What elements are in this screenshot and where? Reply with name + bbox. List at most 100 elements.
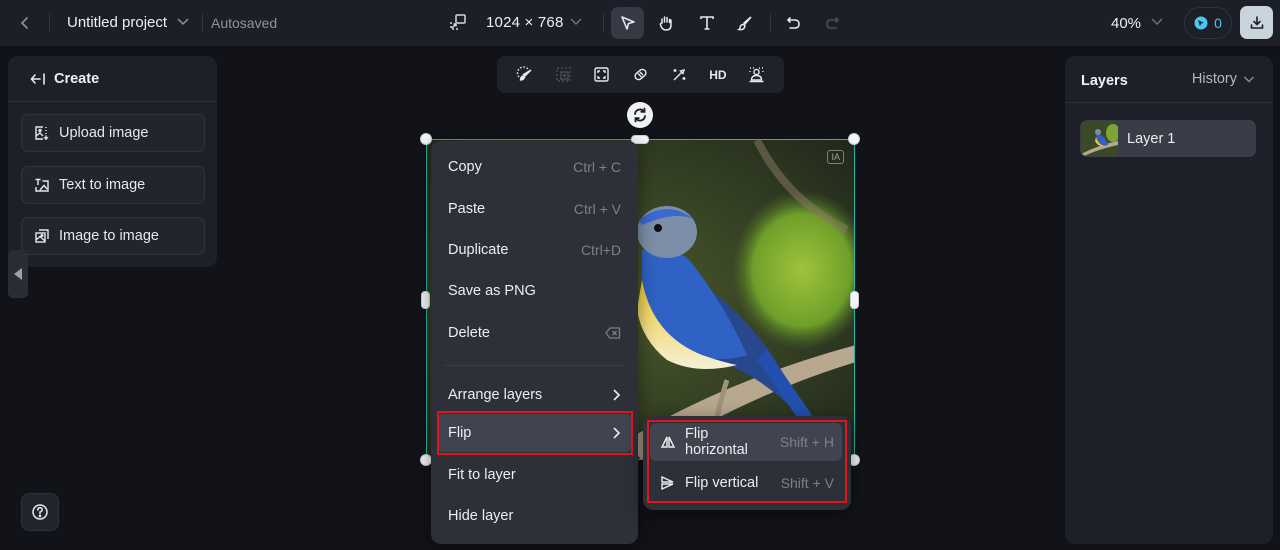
lasso-brush-icon — [516, 66, 532, 81]
zoom-level-select[interactable]: 40% — [1111, 15, 1141, 32]
magic-edit-button[interactable] — [666, 62, 692, 88]
brush-tool-button[interactable] — [728, 7, 761, 39]
layers-panel-header: Layers History — [1065, 56, 1273, 103]
menu-item-save-as-png[interactable]: Save as PNG — [437, 272, 632, 310]
back-button[interactable] — [14, 12, 36, 34]
menu-item-label: Flip vertical — [685, 475, 759, 491]
chevron-down-icon — [570, 18, 582, 26]
hand-tool-button[interactable] — [649, 7, 682, 39]
brush-icon — [736, 16, 752, 31]
text-tool-button[interactable] — [690, 7, 723, 39]
save-status: Autosaved — [211, 15, 278, 31]
resize-handle-top-left[interactable] — [420, 133, 432, 145]
canvas-size-chevron[interactable] — [569, 16, 583, 26]
context-menu: Copy Ctrl + C Paste Ctrl + V Duplicate C… — [431, 141, 638, 544]
create-panel-header: Create — [8, 56, 217, 102]
chevron-right-icon — [613, 427, 621, 439]
inpaint-button[interactable] — [511, 62, 537, 88]
credits-count: 0 — [1214, 15, 1222, 31]
remove-background-button[interactable] — [744, 62, 770, 88]
menu-item-shortcut: Shift + V — [780, 475, 834, 491]
create-panel: Create Upload image Text to image Image … — [8, 56, 217, 267]
select-tool-button[interactable] — [611, 7, 644, 39]
credits-button[interactable]: 0 — [1184, 7, 1232, 39]
chevron-right-icon — [613, 389, 621, 401]
ai-badge: IA — [827, 150, 844, 164]
crop-button[interactable] — [589, 62, 615, 88]
layer-item[interactable]: Layer 1 — [1080, 120, 1256, 157]
menu-item-label: Flip — [448, 425, 472, 441]
chevron-left-icon — [20, 17, 28, 29]
history-tab[interactable]: History — [1192, 71, 1255, 87]
layer-name: Layer 1 — [1127, 130, 1176, 147]
arrow-left-bar-icon — [30, 72, 45, 85]
menu-item-label: Fit to layer — [448, 467, 516, 483]
text-to-image-icon — [35, 178, 49, 192]
menu-item-shortcut: Ctrl + V — [573, 201, 621, 217]
menu-item-shortcut: Ctrl + C — [573, 159, 621, 175]
image-toolbar: HD — [497, 56, 784, 93]
menu-item-arrange-layers[interactable]: Arrange layers — [437, 376, 632, 414]
flip-horizontal-icon — [660, 436, 676, 448]
redo-button[interactable] — [815, 7, 848, 39]
upload-image-button[interactable]: Upload image — [21, 114, 205, 152]
undo-icon — [786, 17, 800, 29]
menu-item-paste[interactable]: Paste Ctrl + V — [437, 190, 632, 228]
menu-item-hide-layer[interactable]: Hide layer — [437, 497, 632, 535]
menu-divider — [445, 365, 625, 366]
expand-frame-icon — [555, 67, 571, 82]
divider — [770, 14, 771, 32]
menu-item-shortcut: Ctrl+D — [580, 242, 621, 258]
menu-item-copy[interactable]: Copy Ctrl + C — [437, 148, 632, 186]
image-to-image-icon — [35, 229, 49, 243]
upload-image-icon — [35, 126, 49, 140]
menu-item-label: Paste — [448, 201, 486, 217]
rotate-handle[interactable] — [627, 102, 653, 128]
image-to-image-button[interactable]: Image to image — [21, 217, 205, 255]
flip-vertical-icon — [661, 476, 674, 490]
project-menu-chevron[interactable] — [176, 16, 190, 26]
resize-handle-right[interactable] — [850, 291, 859, 309]
divider — [603, 14, 604, 32]
menu-item-label: Hide layer — [448, 508, 514, 524]
backspace-icon — [605, 327, 621, 339]
top-bar: Untitled project Autosaved 1024 × 768 40… — [0, 0, 1280, 46]
menu-item-fit-to-layer[interactable]: Fit to layer — [437, 456, 632, 494]
menu-item-label: Delete — [448, 325, 490, 341]
menu-item-flip[interactable]: Flip — [437, 414, 632, 452]
divider — [202, 14, 203, 32]
canvas-size-select[interactable]: 1024 × 768 — [486, 14, 564, 31]
upscale-hd-button[interactable]: HD — [705, 62, 731, 88]
menu-item-label: Save as PNG — [448, 283, 536, 299]
menu-item-label: Copy — [448, 159, 482, 175]
download-icon — [1250, 15, 1263, 29]
hand-icon — [659, 16, 672, 31]
collapse-panel-button[interactable] — [30, 72, 46, 86]
menu-item-flip-horizontal[interactable]: Flip horizontal Shift + H — [650, 423, 842, 461]
project-title[interactable]: Untitled project — [67, 14, 167, 31]
left-panel-toggle[interactable] — [8, 250, 28, 298]
canvas-resize-icon[interactable] — [449, 13, 467, 31]
zoom-chevron[interactable] — [1150, 16, 1164, 26]
credits-coin-icon — [1194, 16, 1208, 30]
resize-handle-top-right[interactable] — [848, 133, 860, 145]
redo-icon — [825, 17, 839, 29]
chevron-down-icon — [1151, 18, 1163, 26]
menu-item-duplicate[interactable]: Duplicate Ctrl+D — [437, 231, 632, 269]
expand-button[interactable] — [550, 62, 576, 88]
menu-item-label: Flip horizontal — [685, 426, 748, 458]
menu-item-label: Arrange layers — [448, 387, 543, 403]
menu-item-flip-vertical[interactable]: Flip vertical Shift + V — [650, 464, 842, 502]
text-to-image-button[interactable]: Text to image — [21, 166, 205, 204]
help-button[interactable] — [21, 493, 59, 531]
menu-item-delete[interactable]: Delete — [437, 314, 632, 352]
resize-handle-left[interactable] — [421, 291, 430, 309]
menu-item-shortcut: Shift + H — [779, 434, 834, 450]
undo-button[interactable] — [777, 7, 810, 39]
upload-image-label: Upload image — [59, 125, 149, 141]
eraser-button[interactable] — [627, 62, 653, 88]
rotate-icon — [634, 107, 646, 123]
download-button[interactable] — [1240, 6, 1273, 39]
layer-thumbnail — [1081, 121, 1118, 156]
layers-tab[interactable]: Layers — [1081, 73, 1128, 89]
